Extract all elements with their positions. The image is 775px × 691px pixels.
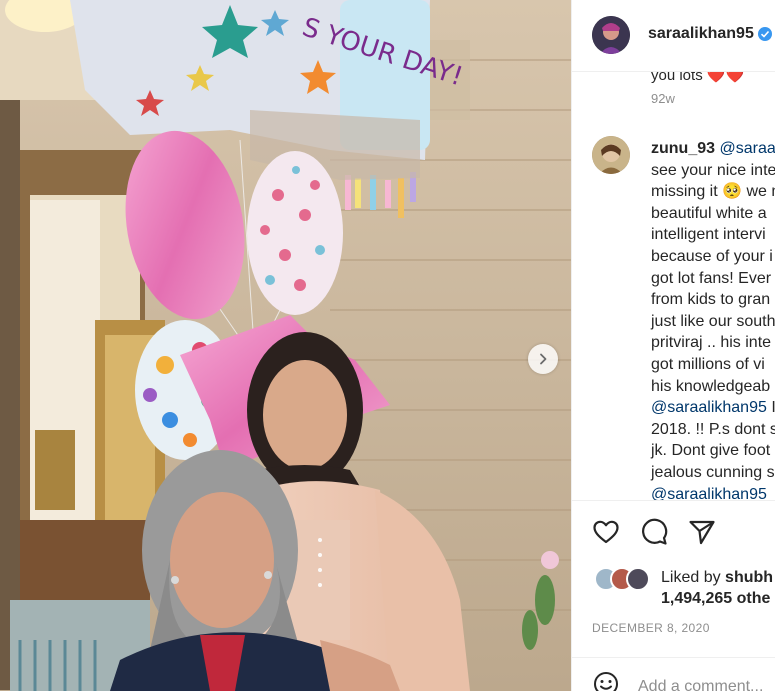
- add-comment-bar: [572, 657, 775, 691]
- comment-line: I: [766, 399, 775, 417]
- comment-body: zunu_93 @saraal see your nice inte missi…: [651, 138, 775, 500]
- instagram-post-view: S YOUR DAY! saraalikhan95 you lots ❤️❤️ …: [0, 0, 775, 691]
- comment-line: pritviraj .. his inte: [651, 334, 772, 352]
- likes-count[interactable]: 1,494,265 othe: [661, 590, 770, 608]
- emoji-icon[interactable]: [592, 670, 620, 691]
- comment-mention[interactable]: @saraalikhan95: [651, 399, 767, 416]
- post-header: saraalikhan95: [572, 0, 775, 72]
- avatar: [626, 567, 650, 591]
- comment-mention[interactable]: @saraal: [719, 140, 775, 157]
- comment-line: intelligent intervi: [651, 226, 766, 244]
- comment-line: missing it 🥺 we m: [651, 183, 775, 201]
- comment-line: beautiful white a: [651, 204, 767, 222]
- comment-icon[interactable]: [640, 518, 668, 546]
- author-avatar[interactable]: [592, 16, 630, 54]
- liked-by-text: Liked by shubh: [661, 569, 773, 587]
- chevron-right-icon: [540, 353, 547, 365]
- comment-timestamp[interactable]: 92w: [651, 91, 675, 106]
- liked-by-user[interactable]: shubh: [725, 569, 773, 586]
- liked-by-avatars[interactable]: [594, 567, 654, 593]
- comment-text: you lots ❤️❤️: [651, 72, 745, 84]
- author-username[interactable]: saraalikhan95: [648, 25, 754, 43]
- post-date[interactable]: DECEMBER 8, 2020: [592, 621, 710, 635]
- comment-line: his knowledgeab: [651, 377, 771, 395]
- comment-input[interactable]: [638, 678, 775, 691]
- post-photo[interactable]: S YOUR DAY!: [0, 0, 571, 691]
- comment-line: got lot fans! Ever: [651, 269, 772, 287]
- avatar-image: [592, 16, 630, 54]
- post-side-panel: saraalikhan95 you lots ❤️❤️ 92w zunu_93 …: [571, 0, 775, 691]
- avatar-image: [592, 136, 630, 174]
- commenter-avatar[interactable]: [592, 136, 630, 174]
- comment-mention[interactable]: @saraalikhan95: [651, 486, 767, 501]
- comment-line: jk. Dont give foot: [651, 442, 771, 460]
- comment-line: from kids to gran: [651, 291, 771, 309]
- commenter-username[interactable]: zunu_93: [651, 140, 715, 157]
- share-icon[interactable]: [688, 518, 716, 546]
- photo-illustration: S YOUR DAY!: [0, 0, 571, 691]
- comment-line: just like our south: [651, 312, 775, 330]
- comment-line: 2018. !! P.s dont s: [651, 420, 775, 438]
- comment-line: see your nice inte: [651, 161, 775, 179]
- heart-icon[interactable]: [592, 518, 620, 546]
- comment-line: because of your i: [651, 247, 773, 265]
- comment-line: jealous cunning s: [651, 463, 775, 481]
- verified-badge-icon: [758, 27, 772, 41]
- next-photo-button[interactable]: [528, 344, 558, 374]
- liked-by-prefix: Liked by: [661, 569, 726, 586]
- comment-line: got millions of vi: [651, 355, 765, 373]
- post-actions: Liked by shubh 1,494,265 othe DECEMBER 8…: [572, 500, 775, 691]
- comments-list[interactable]: you lots ❤️❤️ 92w zunu_93 @saraal see yo…: [572, 72, 775, 500]
